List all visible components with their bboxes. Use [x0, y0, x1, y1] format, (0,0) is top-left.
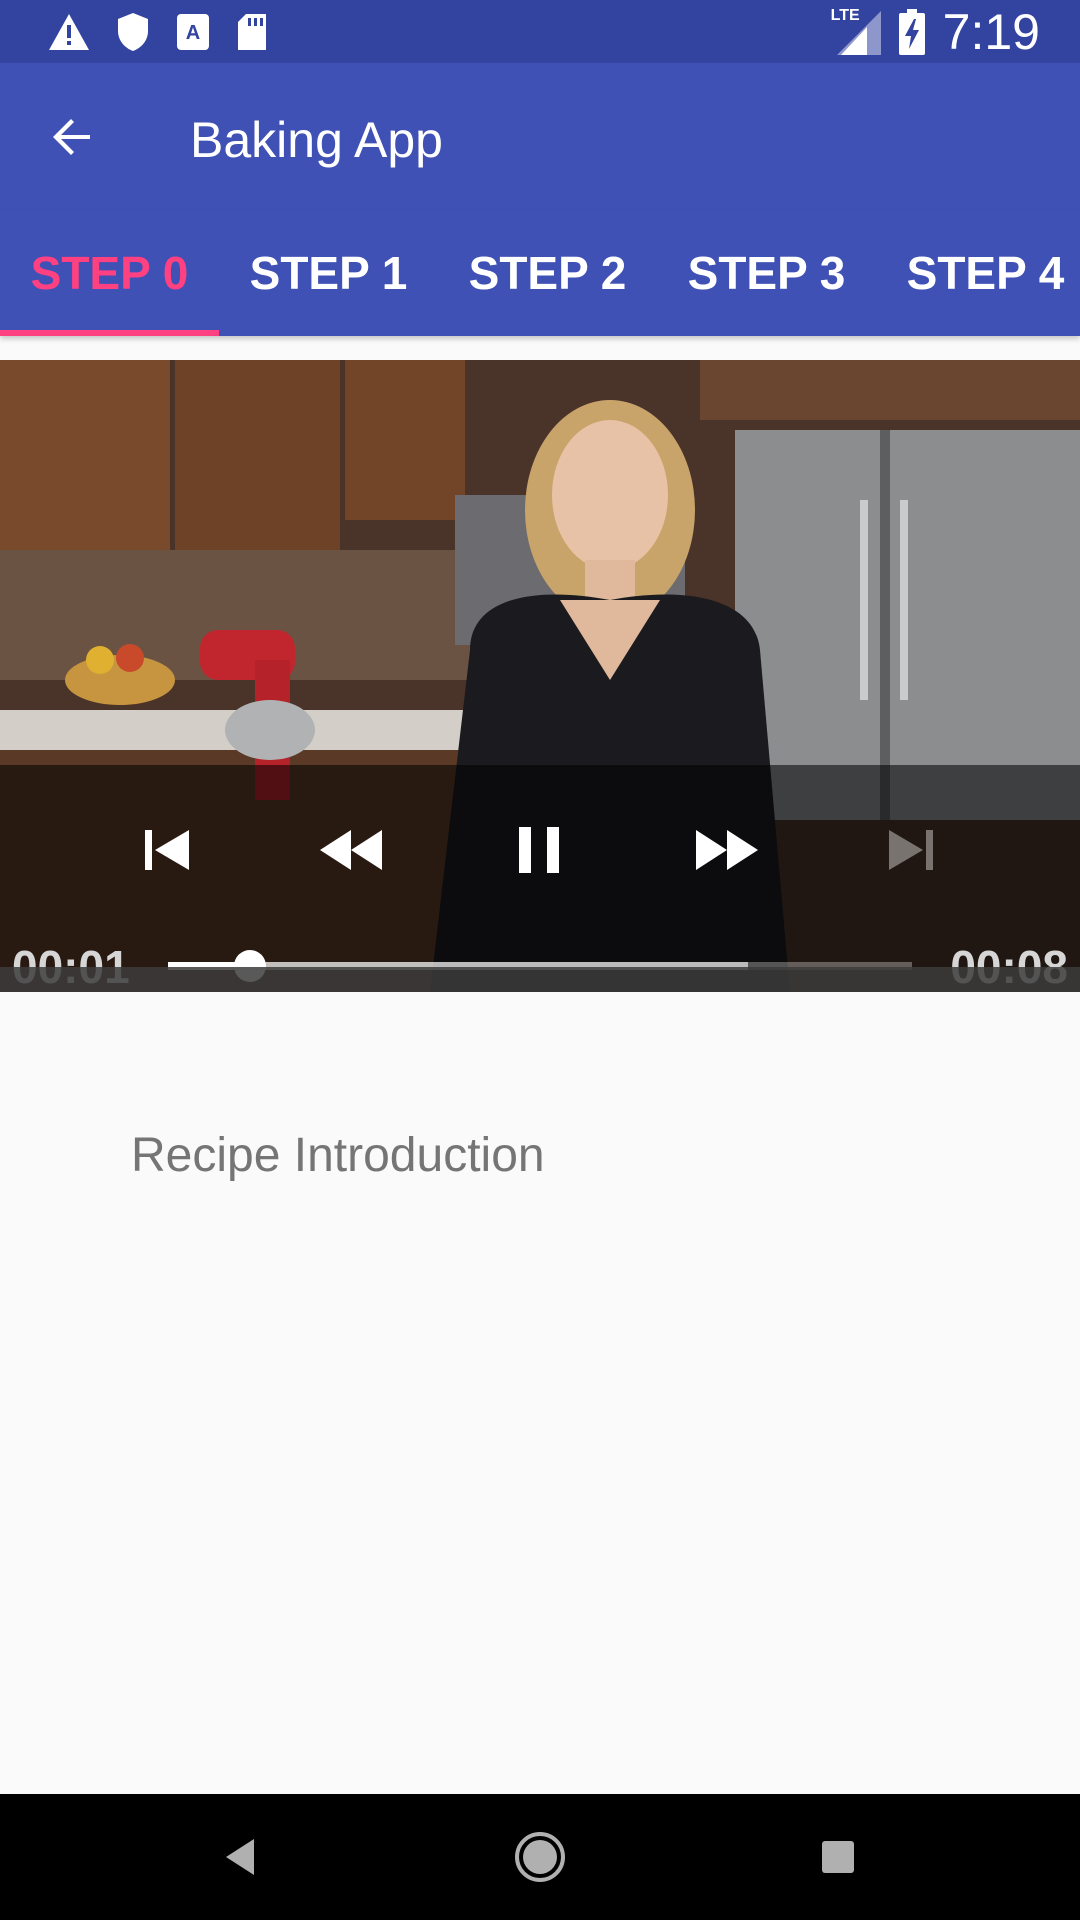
pause-icon — [519, 827, 559, 873]
tab-step-4[interactable]: STEP 4 — [876, 210, 1080, 336]
shield-icon — [118, 13, 148, 51]
rewind-icon — [320, 830, 382, 870]
system-icons: LTE 7:19 — [831, 0, 1040, 63]
tab-step-0[interactable]: STEP 0 — [0, 210, 219, 336]
status-time: 7:19 — [942, 3, 1040, 60]
home-circle-icon — [515, 1832, 565, 1882]
sd-card-icon — [238, 14, 266, 50]
text-badge-icon: A — [177, 14, 209, 50]
battery-charging-icon — [898, 8, 925, 55]
fast-forward-icon — [696, 830, 758, 870]
notification-icons: A — [48, 12, 268, 52]
network-type-label: LTE — [830, 6, 860, 24]
tab-step-1[interactable]: STEP 1 — [219, 210, 438, 336]
tab-label: STEP 0 — [30, 247, 189, 299]
skip-next-button[interactable] — [866, 805, 956, 895]
svg-text:A: A — [186, 22, 200, 44]
recents-square-icon — [822, 1841, 854, 1873]
controls-footer — [0, 967, 1080, 992]
tab-indicator — [0, 330, 219, 336]
rewind-button[interactable] — [306, 805, 396, 895]
skip-previous-icon — [145, 830, 189, 870]
nav-home-button[interactable] — [500, 1817, 580, 1897]
tab-label: STEP 1 — [249, 247, 408, 299]
step-tab-bar: STEP 0 STEP 1 STEP 2 STEP 3 STEP 4 — [0, 210, 1080, 336]
step-description: Recipe Introduction — [131, 1129, 545, 1182]
video-player[interactable]: 00:01 00:08 — [0, 360, 1080, 992]
app-bar: Baking App — [0, 63, 1080, 210]
pause-button[interactable] — [494, 805, 584, 895]
back-triangle-icon — [226, 1839, 254, 1875]
signal-icon: LTE — [830, 6, 881, 55]
skip-next-icon — [889, 830, 933, 870]
status-bar: A LTE 7:19 — [0, 0, 1080, 63]
nav-recents-button[interactable] — [798, 1817, 878, 1897]
tab-label: STEP 2 — [468, 247, 627, 299]
back-button[interactable] — [36, 101, 108, 173]
arrow-back-icon — [53, 119, 90, 155]
player-controls: 00:01 00:08 — [0, 765, 1080, 992]
tab-step-3[interactable]: STEP 3 — [657, 210, 876, 336]
tab-label: STEP 4 — [906, 247, 1065, 299]
skip-previous-button[interactable] — [122, 805, 212, 895]
navigation-bar — [0, 1794, 1080, 1920]
app-title: Baking App — [190, 112, 443, 168]
nav-back-button[interactable] — [200, 1817, 280, 1897]
warning-icon — [49, 14, 89, 50]
tab-label: STEP 3 — [687, 247, 846, 299]
tab-step-2[interactable]: STEP 2 — [438, 210, 657, 336]
fast-forward-button[interactable] — [682, 805, 772, 895]
